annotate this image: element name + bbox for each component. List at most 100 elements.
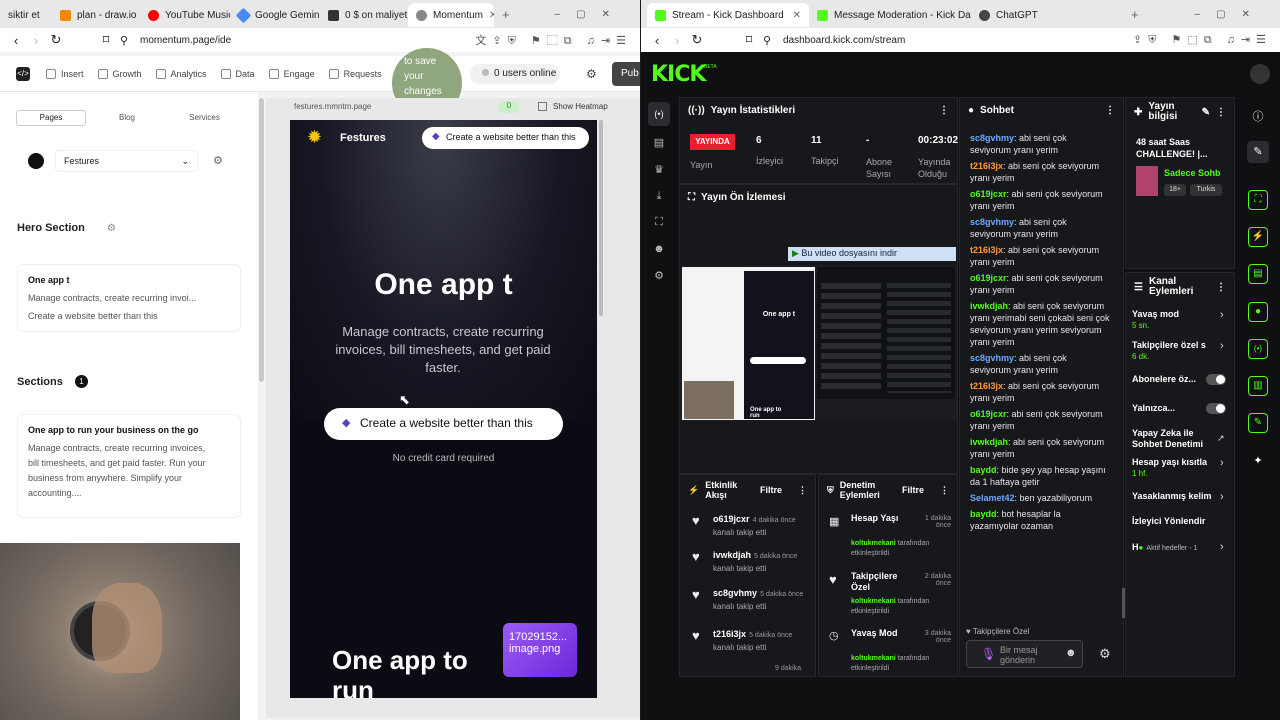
site-settings-icon[interactable]: ⚲ xyxy=(759,34,775,47)
action-ai-moderation[interactable]: Yapay Zeka ile Sohbet Denetimi xyxy=(1132,428,1214,450)
moderation-filter[interactable]: Filtre xyxy=(902,485,924,495)
right-url[interactable]: dashboard.kick.com/stream xyxy=(783,35,905,46)
hero-settings-icon[interactable]: ⚙ xyxy=(107,223,116,234)
chat-message-list[interactable]: sc8gvhmy: abi seni çok seviyorum yranı y… xyxy=(970,132,1110,618)
chat-username[interactable]: o619jcxr xyxy=(970,409,1007,419)
avatar[interactable] xyxy=(1250,64,1270,84)
panel-scrollbar[interactable] xyxy=(259,98,264,382)
kick-logo[interactable]: KICK xyxy=(651,62,706,87)
tab-pages[interactable]: Pages xyxy=(16,110,86,126)
edit-layout-icon[interactable]: ✎ xyxy=(1247,141,1269,163)
sparkle-icon[interactable]: ✦ xyxy=(1251,454,1265,467)
tab-maliyet[interactable]: 0 $ on maliyet xyxy=(320,3,408,27)
edit-icon[interactable]: ✎ xyxy=(1202,107,1210,118)
microphone-icon[interactable]: 🎙 xyxy=(981,647,996,661)
tab-drawio[interactable]: plan - draw.io xyxy=(52,3,140,27)
more-options-icon[interactable]: ⋮ xyxy=(940,485,949,496)
more-options-icon[interactable]: ⋮ xyxy=(798,485,807,496)
chat-username[interactable]: baydd xyxy=(970,509,997,519)
chat-username[interactable]: baydd xyxy=(970,465,997,475)
chat-username[interactable]: t216i3jx xyxy=(970,381,1003,391)
tab-gemini[interactable]: Google Gemini xyxy=(230,3,320,27)
preview-nav-cta[interactable]: Create a website better than this xyxy=(422,127,589,149)
site-settings-icon[interactable]: ⚲ xyxy=(116,34,132,47)
category-name[interactable]: Sadece Sohb xyxy=(1164,168,1221,178)
emoji-icon[interactable]: ☻ xyxy=(1065,647,1077,659)
tab-message-moderation[interactable]: Message Moderation - Kick Dashbo xyxy=(809,3,971,27)
left-url[interactable]: momentum.page/ide xyxy=(140,35,231,46)
code-icon[interactable]: </> xyxy=(16,66,30,81)
back-icon[interactable]: ‹ xyxy=(647,33,667,48)
users-nav-icon[interactable]: ☻ xyxy=(652,243,666,255)
layout-icon[interactable]: ▥ xyxy=(1248,376,1268,396)
page-settings-icon[interactable]: ⚙ xyxy=(213,154,223,167)
chat-username[interactable]: t216i3jx xyxy=(970,245,1003,255)
subscribers-only-toggle[interactable] xyxy=(1206,374,1226,385)
action-account-age[interactable]: Hesap yaşı kısıtla 1 hf. › xyxy=(1132,457,1232,478)
toolbar-data[interactable]: Data xyxy=(220,68,255,79)
activity-filter[interactable]: Filtre xyxy=(760,485,782,495)
chat-username[interactable]: t216i3jx xyxy=(970,161,1003,171)
reload-icon[interactable]: ↻ xyxy=(46,32,66,48)
document-icon[interactable]: ▤ xyxy=(1248,264,1268,284)
preview-scrollbar[interactable] xyxy=(599,120,603,316)
window-controls[interactable]: –▢✕ xyxy=(555,9,626,20)
dashboard-nav-icon[interactable]: ▤ xyxy=(652,136,666,149)
browser-extension-icons[interactable]: 文⇪⛨ ⚑⬚⧉ ♫⇥☰ xyxy=(475,32,632,48)
page-select[interactable]: Festures ⌄ xyxy=(55,150,198,172)
publish-button[interactable]: Pub xyxy=(612,62,640,86)
broadcast-icon[interactable]: (•) xyxy=(1248,339,1268,359)
toolbar-engage[interactable]: Engage xyxy=(268,68,315,79)
reload-icon[interactable]: ↻ xyxy=(687,32,707,48)
crop-icon[interactable]: ⛶ xyxy=(1248,190,1268,210)
chat-username[interactable]: o619jcxr xyxy=(970,189,1007,199)
browser-extension-icons[interactable]: ⇪⛨ ⚑⬚⧉ ♫⇥☰ xyxy=(1133,33,1272,47)
chat-username[interactable]: sc8gvhmy xyxy=(970,353,1014,363)
heatmap-checkbox[interactable] xyxy=(538,102,547,111)
lightning-icon[interactable]: ⚡ xyxy=(1248,227,1268,247)
tab-kick-stream[interactable]: Stream - Kick Dashboard ✕ xyxy=(647,3,809,27)
action-active-goals[interactable]: H● Aktif hedefler - 1 › xyxy=(1132,541,1232,553)
preview-cta-button[interactable]: Create a website better than this xyxy=(324,408,563,440)
window-controls[interactable]: –▢✕ xyxy=(1195,9,1266,20)
close-tab-icon[interactable]: ✕ xyxy=(793,10,801,21)
chat-username[interactable]: ivwkdjah xyxy=(970,437,1008,447)
settings-gear-icon[interactable]: ⚙ xyxy=(586,67,597,81)
wrench-icon[interactable]: ✎ xyxy=(1248,413,1268,433)
action-banned-words[interactable]: Yasaklanmış kelim › xyxy=(1132,491,1232,503)
chat-username[interactable]: sc8gvhmy xyxy=(970,217,1014,227)
external-link-icon[interactable]: ↗ xyxy=(1217,433,1225,444)
action-followers-only[interactable]: Takipçilere özel s6 dk. › xyxy=(1132,340,1232,361)
info-icon[interactable]: ⓘ xyxy=(1251,108,1265,124)
forward-icon[interactable]: › xyxy=(26,33,46,48)
tab-youtube-music[interactable]: YouTube Music xyxy=(140,3,230,27)
new-tab-icon[interactable]: + xyxy=(502,7,510,22)
stream-nav-icon[interactable]: (•) xyxy=(648,102,670,126)
chat-settings-icon[interactable]: ⚙ xyxy=(1099,646,1111,662)
download-video-bar[interactable]: ▶ Bu video dosyasını indir xyxy=(788,247,956,261)
chat-username[interactable]: sc8gvhmy xyxy=(970,133,1014,143)
download-nav-icon[interactable]: ⤓ xyxy=(652,190,666,203)
tab-siktir[interactable]: siktir et xyxy=(0,3,52,27)
chat-input[interactable]: 🎙 Bir mesaj gönderin ☻ xyxy=(966,640,1083,668)
chat-icon[interactable]: ● xyxy=(1248,302,1268,322)
action-slow-mode[interactable]: Yavaş mod 5 sn. › xyxy=(1132,309,1232,330)
more-options-icon[interactable]: ⋮ xyxy=(1216,282,1226,293)
toolbar-growth[interactable]: Growth xyxy=(97,68,142,79)
settings-nav-icon[interactable]: ⚙ xyxy=(652,269,666,282)
tab-services[interactable]: Services xyxy=(168,110,241,128)
emotes-only-toggle[interactable] xyxy=(1206,403,1226,414)
close-tab-icon[interactable]: ✕ xyxy=(489,10,494,21)
tab-chatgpt[interactable]: ChatGPT xyxy=(971,3,1121,27)
back-icon[interactable]: ‹ xyxy=(6,33,26,48)
fullscreen-nav-icon[interactable]: ⛶ xyxy=(652,216,666,229)
trophy-nav-icon[interactable]: ♛ xyxy=(652,163,666,176)
forward-icon[interactable]: › xyxy=(667,33,687,48)
bookmark-icon[interactable]: ⌑ xyxy=(96,32,116,48)
more-options-icon[interactable]: ⋮ xyxy=(1216,107,1226,118)
chat-username[interactable]: o619jcxr xyxy=(970,273,1007,283)
stream-video[interactable]: One app t One app to run xyxy=(680,265,957,420)
chat-username[interactable]: ivwkdjah xyxy=(970,301,1008,311)
tab-blog[interactable]: Blog xyxy=(86,110,168,128)
toolbar-requests[interactable]: Requests xyxy=(328,68,382,79)
